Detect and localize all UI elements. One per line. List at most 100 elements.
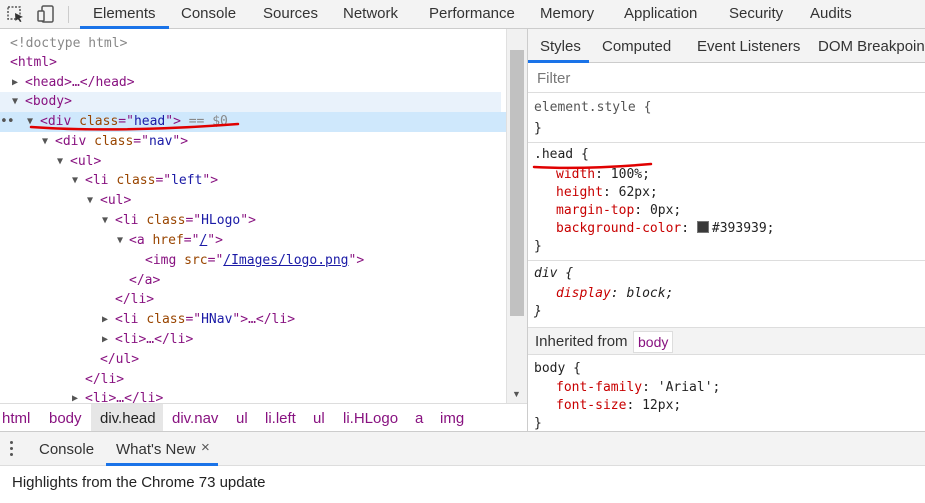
drawer-tab-whats-new[interactable]: What's New	[116, 441, 196, 458]
collapse-triangle-icon[interactable]: ▼	[117, 231, 123, 251]
tab-computed[interactable]: Computed	[602, 38, 671, 55]
dom-node-head[interactable]: ▶ <head>…</head>	[0, 73, 506, 93]
breadcrumb-item-img[interactable]: img	[440, 410, 464, 427]
tab-security[interactable]: Security	[729, 5, 783, 22]
scrollbar-thumb[interactable]	[510, 50, 524, 316]
tab-sources[interactable]: Sources	[263, 5, 318, 22]
breadcrumb-item-div-head[interactable]: div.head	[100, 410, 156, 427]
dom-node-li-left[interactable]: ▼ <li class="left">	[0, 171, 506, 191]
breadcrumb-item-ul-2[interactable]: ul	[313, 410, 325, 427]
dom-node-body[interactable]: ▼ <body>	[0, 92, 501, 112]
collapse-triangle-icon[interactable]: ▼	[87, 191, 93, 211]
close-icon[interactable]: ×	[201, 439, 210, 456]
div-nav-tag: <div class="nav">	[55, 134, 189, 149]
device-toolbar-icon[interactable]	[36, 5, 56, 23]
rule-close-brace: }	[534, 239, 542, 254]
prop-margin-top[interactable]: margin-top: 0px;	[556, 202, 681, 220]
prop-font-family[interactable]: font-family: 'Arial';	[556, 379, 720, 397]
body-tag-text: <body>	[25, 94, 72, 109]
tab-audits[interactable]: Audits	[810, 5, 852, 22]
inherited-from-body-link[interactable]: body	[633, 331, 674, 353]
src-link[interactable]: /Images/logo.png	[223, 253, 348, 268]
prop-background-color[interactable]: background-color: #393939;	[556, 220, 775, 238]
collapse-triangle-icon[interactable]: ▼	[12, 92, 18, 112]
expand-triangle-icon[interactable]: ▶	[102, 330, 108, 350]
dom-node-ul-close[interactable]: </ul>	[0, 350, 506, 370]
tab-event-listeners[interactable]: Event Listeners	[697, 38, 800, 55]
toolbar-separator	[68, 6, 69, 23]
collapse-triangle-icon[interactable]: ▼	[72, 171, 78, 191]
dom-node-ul[interactable]: ▼ <ul>	[0, 152, 506, 172]
drawer-tab-console[interactable]: Console	[39, 441, 94, 458]
div-head-tag: <div class="head"> == $0	[40, 114, 228, 129]
prop-width[interactable]: width: 100%;	[556, 166, 650, 184]
breadcrumb-item-ul[interactable]: ul	[236, 410, 248, 427]
breadcrumb-item-html[interactable]: html	[2, 410, 30, 427]
rule-close-brace: }	[534, 304, 542, 319]
more-actions-icon[interactable]: ••	[0, 112, 15, 132]
img-tag: <img src="/Images/logo.png">	[145, 253, 365, 268]
breadcrumb-item-li-hlogo[interactable]: li.HLogo	[343, 410, 398, 427]
breadcrumb-item-div-nav[interactable]: div.nav	[172, 410, 218, 427]
li-hlogo-tag: <li class="HLogo">	[115, 213, 256, 228]
tab-memory[interactable]: Memory	[540, 5, 594, 22]
ul-inner-tag: <ul>	[100, 193, 132, 208]
collapse-triangle-icon[interactable]: ▼	[57, 152, 63, 172]
collapse-triangle-icon[interactable]: ▼	[42, 132, 48, 152]
dom-node-a[interactable]: ▼ <a href="/">	[0, 231, 506, 251]
li-close-tag: </li>	[115, 292, 155, 307]
dom-node-doctype[interactable]: <!doctype html>	[0, 34, 506, 54]
html-tag-text: <html>	[10, 55, 57, 70]
devtools-main-toolbar: Elements Console Sources Network Perform…	[0, 0, 925, 29]
breadcrumb-item-body[interactable]: body	[49, 410, 82, 427]
a-tag: <a href="/">	[129, 233, 223, 248]
drawer-menu-icon[interactable]	[10, 441, 14, 459]
dom-node-li-collapsed[interactable]: ▶ <li>…</li>	[0, 330, 506, 350]
tab-elements[interactable]: Elements	[93, 5, 156, 22]
tab-dom-breakpoints[interactable]: DOM Breakpoints	[818, 38, 925, 55]
tab-application[interactable]: Application	[624, 5, 697, 22]
expand-triangle-icon[interactable]: ▶	[72, 389, 78, 403]
rule-head-selector[interactable]: .head {	[534, 146, 589, 164]
tab-styles[interactable]: Styles	[540, 38, 581, 55]
dom-node-li-close[interactable]: </li>	[0, 290, 506, 310]
dom-node-li-hnav[interactable]: ▶ <li class="HNav">…</li>	[0, 310, 506, 330]
dom-node-img[interactable]: <img src="/Images/logo.png">	[0, 251, 506, 271]
rule-element-style-selector[interactable]: element.style {	[534, 99, 651, 117]
dom-node-li-close-2[interactable]: </li>	[0, 370, 506, 390]
dom-scrollbar[interactable]: ▼	[506, 29, 527, 403]
collapse-triangle-icon[interactable]: ▼	[27, 112, 33, 132]
prop-display[interactable]: display: block;	[556, 285, 673, 303]
prop-height[interactable]: height: 62px;	[556, 184, 658, 202]
breadcrumb-item-a[interactable]: a	[415, 410, 423, 427]
drawer-tabbar: Console What's New ×	[0, 431, 925, 466]
dom-node-ul-inner[interactable]: ▼ <ul>	[0, 191, 506, 211]
expand-triangle-icon[interactable]: ▶	[102, 310, 108, 330]
drawer-content: Highlights from the Chrome 73 update	[0, 466, 925, 503]
tab-network[interactable]: Network	[343, 5, 398, 22]
dom-node-div-nav[interactable]: ▼ <div class="nav">	[0, 132, 506, 152]
tab-performance[interactable]: Performance	[429, 5, 515, 22]
tab-console[interactable]: Console	[181, 5, 236, 22]
collapse-triangle-icon[interactable]: ▼	[102, 211, 108, 231]
li-collapsed-tag: <li>…</li>	[115, 332, 194, 347]
rule-div-selector[interactable]: div {	[534, 265, 573, 283]
styles-pane: Styles Computed Event Listeners DOM Brea…	[527, 29, 925, 431]
whats-new-message: Highlights from the Chrome 73 update	[12, 474, 266, 491]
styles-filter-input[interactable]: Filter	[528, 63, 925, 93]
inspect-element-icon[interactable]	[6, 5, 26, 23]
dom-node-a-close[interactable]: </a>	[0, 271, 506, 291]
rule-body-selector[interactable]: body {	[534, 360, 581, 378]
prop-font-size[interactable]: font-size: 12px;	[556, 397, 681, 415]
a-close-tag: </a>	[129, 273, 161, 288]
scroll-down-icon[interactable]: ▼	[512, 389, 521, 399]
li-hnav-tag: <li class="HNav">…</li>	[115, 312, 296, 327]
dom-node-html[interactable]: <html>	[0, 53, 506, 73]
dom-node-div-head-selected[interactable]: •• ▼ <div class="head"> == $0	[0, 112, 506, 132]
breadcrumb-item-li-left[interactable]: li.left	[265, 410, 296, 427]
color-swatch-icon[interactable]	[696, 221, 709, 233]
dom-node-li-hlogo[interactable]: ▼ <li class="HLogo">	[0, 211, 506, 231]
styles-sidebar-tabs: Styles Computed Event Listeners DOM Brea…	[528, 29, 925, 63]
dom-node-li-collapsed-2[interactable]: ▶ <li>…</li>	[0, 389, 506, 403]
expand-triangle-icon[interactable]: ▶	[12, 73, 18, 93]
